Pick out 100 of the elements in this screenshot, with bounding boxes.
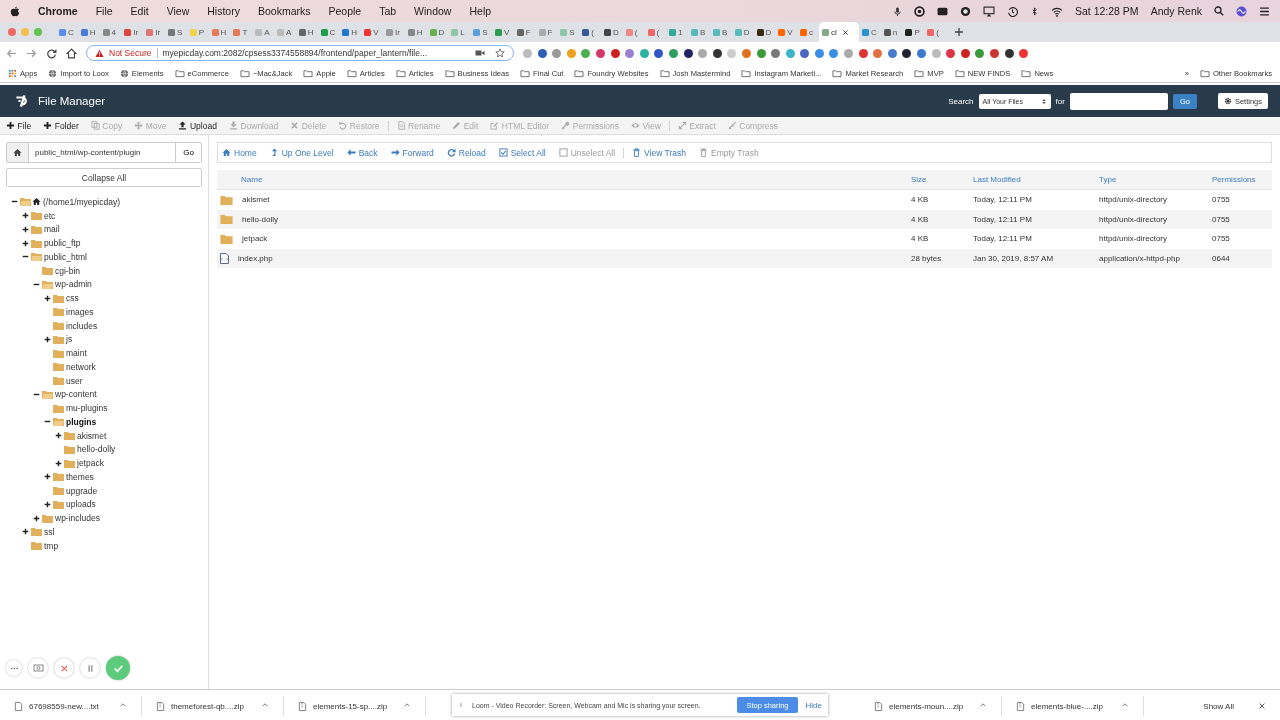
browser-tab[interactable]: L bbox=[448, 22, 471, 42]
show-all-button[interactable]: Show All bbox=[1197, 700, 1240, 712]
download-item[interactable]: elements-15-sp....zip bbox=[284, 696, 426, 716]
tree-item[interactable]: upgrade bbox=[65, 485, 98, 496]
nav-button[interactable]: Up One Level bbox=[269, 147, 334, 158]
browser-tab[interactable]: ( bbox=[644, 22, 667, 42]
nav-button[interactable]: Forward bbox=[390, 147, 434, 158]
menu-item[interactable]: Window bbox=[414, 5, 452, 17]
tree-item[interactable]: ssl bbox=[43, 526, 55, 537]
home-button[interactable] bbox=[6, 142, 29, 163]
menu-item[interactable]: History bbox=[207, 5, 240, 17]
camera-toggle-icon[interactable] bbox=[28, 658, 48, 678]
tree-item[interactable]: wp-admin bbox=[54, 279, 92, 290]
download-item[interactable]: themeforest-qb....zip bbox=[142, 696, 284, 716]
browser-tab[interactable]: H bbox=[295, 22, 318, 42]
browser-tab[interactable]: V bbox=[775, 22, 798, 42]
nav-button[interactable]: Reload bbox=[446, 147, 486, 158]
plus-icon[interactable] bbox=[22, 212, 29, 220]
browser-tab[interactable]: Ir bbox=[382, 22, 405, 42]
browser-tab[interactable]: D bbox=[753, 22, 776, 42]
menu-item[interactable]: Help bbox=[469, 5, 492, 17]
browser-tab[interactable]: T bbox=[230, 22, 253, 42]
apple-logo-icon[interactable] bbox=[10, 5, 20, 17]
toolbar-button[interactable]: Folder bbox=[43, 120, 79, 131]
nav-button[interactable]: Home bbox=[222, 147, 257, 158]
browser-tab[interactable]: V bbox=[491, 22, 514, 42]
browser-tab[interactable]: D bbox=[731, 22, 754, 42]
tree-item[interactable]: mu-plugins bbox=[65, 403, 108, 414]
clock[interactable]: Sat 12:28 PM bbox=[1075, 5, 1139, 17]
browser-tab[interactable]: ( bbox=[622, 22, 645, 42]
browser-tab[interactable]: A bbox=[273, 22, 296, 42]
browser-tab[interactable]: H bbox=[339, 22, 362, 42]
tree-item[interactable]: public_html bbox=[43, 251, 87, 262]
column-header[interactable]: Permissions bbox=[1208, 175, 1272, 184]
close-window-icon[interactable] bbox=[8, 28, 16, 36]
collapse-all-button[interactable]: Collapse All bbox=[6, 168, 202, 187]
tree-item[interactable]: mail bbox=[43, 224, 60, 235]
path-field[interactable]: public_html/wp-content/plugin bbox=[29, 142, 175, 163]
browser-tab[interactable]: P bbox=[902, 22, 925, 42]
browser-tab[interactable]: n bbox=[880, 22, 903, 42]
tree-item[interactable]: user bbox=[65, 375, 83, 386]
tree-item[interactable]: js bbox=[65, 334, 73, 345]
browser-tab[interactable]: F bbox=[513, 22, 536, 42]
browser-tab[interactable]: D bbox=[426, 22, 449, 42]
plus-icon[interactable] bbox=[44, 500, 51, 508]
hide-link[interactable]: Hide bbox=[805, 700, 822, 710]
browser-tab[interactable]: H bbox=[404, 22, 427, 42]
nav-button[interactable]: Back bbox=[346, 147, 378, 158]
menu-item[interactable]: Edit bbox=[130, 5, 149, 17]
browser-tab[interactable]: B bbox=[688, 22, 710, 42]
column-header[interactable]: Type bbox=[1095, 175, 1208, 184]
plus-icon[interactable] bbox=[55, 432, 62, 440]
browser-tab[interactable]: c bbox=[797, 22, 819, 42]
tree-item[interactable]: wp-includes bbox=[54, 513, 100, 524]
cancel-icon[interactable] bbox=[54, 658, 74, 678]
browser-tab[interactable]: P bbox=[186, 22, 209, 42]
menu-item[interactable]: People bbox=[328, 5, 362, 17]
tree-item[interactable]: (/home1/myepicday) bbox=[42, 196, 120, 207]
file-name[interactable]: akismet bbox=[242, 195, 270, 205]
tree-item[interactable]: maint bbox=[65, 348, 87, 359]
menu-item[interactable]: View bbox=[166, 5, 190, 17]
plus-icon[interactable] bbox=[44, 294, 51, 302]
toolbar-button[interactable]: File bbox=[6, 120, 32, 131]
browser-tab[interactable]: Ir bbox=[121, 22, 144, 42]
download-item[interactable]: elements-moun....zip bbox=[860, 696, 1002, 716]
nav-button[interactable]: Select All bbox=[498, 147, 546, 158]
column-header[interactable]: Name bbox=[217, 175, 907, 184]
menu-item[interactable]: File bbox=[95, 5, 113, 17]
tree-item[interactable]: includes bbox=[65, 320, 98, 331]
plus-icon[interactable] bbox=[22, 528, 29, 536]
plus-icon[interactable] bbox=[33, 514, 40, 522]
tree-item[interactable]: css bbox=[65, 293, 79, 304]
tree-item[interactable]: tmp bbox=[43, 540, 59, 551]
nav-button[interactable]: View Trash bbox=[632, 147, 686, 158]
browser-tab[interactable]: D bbox=[600, 22, 623, 42]
tree-item[interactable]: themes bbox=[65, 471, 94, 482]
tree-item[interactable]: akismet bbox=[76, 430, 107, 441]
browser-tab[interactable]: H bbox=[208, 22, 231, 42]
browser-tab[interactable]: 1 bbox=[666, 22, 689, 42]
app-menu[interactable]: Chrome bbox=[38, 5, 78, 17]
browser-tab[interactable]: ( bbox=[579, 22, 601, 42]
browser-tab[interactable]: ( bbox=[924, 22, 947, 42]
file-name[interactable]: hello-dolly bbox=[242, 214, 279, 224]
browser-tab[interactable]: S bbox=[470, 22, 492, 42]
file-name[interactable]: index.php bbox=[238, 253, 273, 263]
tree-item[interactable]: plugins bbox=[65, 416, 97, 427]
browser-tab[interactable]: C bbox=[56, 22, 78, 42]
browser-tab[interactable]: B bbox=[709, 22, 732, 42]
browser-tab[interactable]: C bbox=[858, 22, 881, 42]
toolbar-button[interactable]: Upload bbox=[178, 120, 217, 131]
tree-item[interactable]: jetpack bbox=[76, 458, 104, 469]
tree-item[interactable]: wp-content bbox=[54, 389, 97, 400]
menu-item[interactable]: Tab bbox=[379, 5, 397, 17]
browser-tab[interactable]: Ir bbox=[143, 22, 165, 42]
tree-item[interactable]: public_ftp bbox=[43, 238, 81, 249]
browser-tab[interactable]: F bbox=[535, 22, 558, 42]
user-name[interactable]: Andy Renk bbox=[1150, 5, 1202, 17]
tree-item[interactable]: hello-dolly bbox=[76, 444, 116, 455]
browser-tab[interactable]: A bbox=[252, 22, 274, 42]
browser-tab[interactable]: S bbox=[165, 22, 187, 42]
